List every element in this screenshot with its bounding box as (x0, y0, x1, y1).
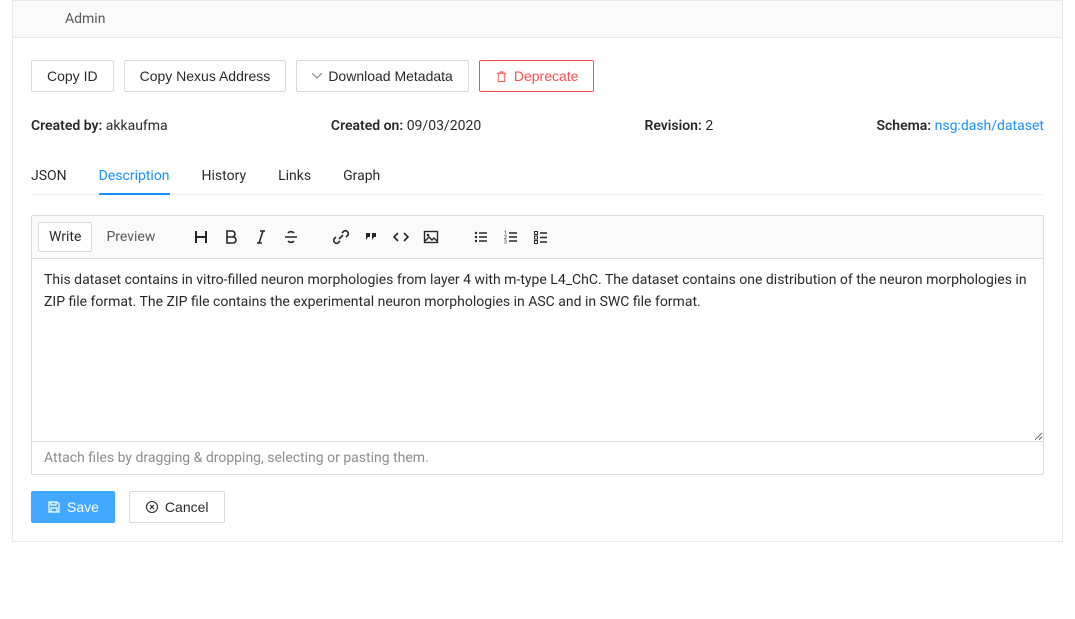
meta-label: Created on: (331, 118, 403, 134)
image-icon[interactable] (417, 223, 445, 251)
meta-label: Schema: (876, 118, 931, 134)
action-row: Copy ID Copy Nexus Address Download Meta… (31, 60, 1044, 92)
button-label: Copy Nexus Address (140, 68, 271, 84)
tab-description[interactable]: Description (99, 160, 170, 194)
ordered-list-icon[interactable]: 123 (497, 223, 525, 251)
markdown-editor: Write Preview 123 (31, 215, 1044, 475)
editor-content: This dataset contains in vitro-filled ne… (44, 272, 1027, 310)
bold-icon[interactable] (217, 223, 245, 251)
toolbar-group-lists: 123 (467, 223, 555, 251)
close-circle-icon (145, 500, 159, 514)
editor-textarea[interactable]: This dataset contains in vitro-filled ne… (32, 259, 1043, 441)
tab-json[interactable]: JSON (31, 160, 67, 194)
tab-links[interactable]: Links (278, 160, 311, 194)
button-label: Deprecate (514, 68, 579, 84)
button-label: Write (49, 229, 81, 245)
button-label: Preview (106, 229, 155, 245)
copy-id-button[interactable]: Copy ID (31, 60, 114, 92)
button-label: Save (67, 499, 99, 515)
task-list-icon[interactable] (527, 223, 555, 251)
download-metadata-button[interactable]: Download Metadata (296, 60, 469, 92)
bottom-actions: Save Cancel (31, 491, 1044, 523)
tabs: JSON Description History Links Graph (31, 160, 1044, 195)
tab-label: Description (99, 168, 170, 184)
toolbar-group-insert (327, 223, 445, 251)
schema-link[interactable]: nsg:dash/dataset (935, 118, 1044, 134)
svg-text:3: 3 (504, 240, 507, 246)
heading-icon[interactable] (187, 223, 215, 251)
italic-icon[interactable] (247, 223, 275, 251)
attach-hint[interactable]: Attach files by dragging & dropping, sel… (32, 441, 1043, 474)
trash-icon (495, 70, 508, 83)
tab-label: Graph (343, 168, 380, 184)
code-icon[interactable] (387, 223, 415, 251)
admin-label: Admin (65, 11, 105, 27)
resource-panel: Admin Copy ID Copy Nexus Address Downloa… (12, 0, 1063, 542)
tab-label: JSON (31, 168, 67, 184)
button-label: Download Metadata (328, 68, 453, 84)
created-by: Created by: akkaufma (31, 118, 168, 134)
link-icon[interactable] (327, 223, 355, 251)
chevron-down-icon (312, 73, 322, 79)
save-button[interactable]: Save (31, 491, 115, 523)
button-label: Copy ID (47, 68, 98, 84)
meta-value: 09/03/2020 (407, 118, 482, 134)
admin-row[interactable]: Admin (13, 0, 1062, 38)
meta-label: Created by: (31, 118, 102, 134)
strikethrough-icon[interactable] (277, 223, 305, 251)
attach-hint-label: Attach files by dragging & dropping, sel… (44, 450, 429, 466)
button-label: Cancel (165, 499, 209, 515)
mode-preview-button[interactable]: Preview (96, 223, 165, 251)
tab-label: History (202, 168, 247, 184)
mode-write-button[interactable]: Write (38, 222, 92, 252)
cancel-button[interactable]: Cancel (129, 491, 225, 523)
meta-row: Created by: akkaufma Created on: 09/03/2… (31, 118, 1044, 134)
revision: Revision: 2 (644, 118, 713, 134)
meta-value: 2 (705, 118, 713, 134)
copy-nexus-button[interactable]: Copy Nexus Address (124, 60, 287, 92)
meta-label: Revision: (644, 118, 701, 134)
created-on: Created on: 09/03/2020 (331, 118, 481, 134)
tab-history[interactable]: History (202, 160, 247, 194)
tab-label: Links (278, 168, 311, 184)
quote-icon[interactable] (357, 223, 385, 251)
schema: Schema: nsg:dash/dataset (876, 118, 1044, 134)
editor-toolbar: Write Preview 123 (32, 216, 1043, 259)
toolbar-group-text (187, 223, 305, 251)
panel-content: Copy ID Copy Nexus Address Download Meta… (13, 38, 1062, 541)
bullet-list-icon[interactable] (467, 223, 495, 251)
meta-value: akkaufma (106, 118, 168, 134)
tab-graph[interactable]: Graph (343, 160, 380, 194)
deprecate-button[interactable]: Deprecate (479, 60, 595, 92)
save-icon (47, 500, 61, 514)
